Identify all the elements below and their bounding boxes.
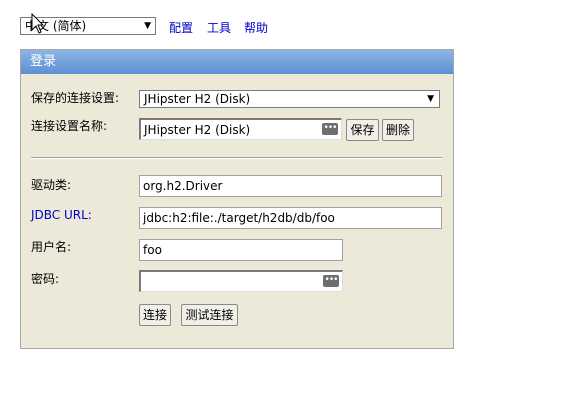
login-panel: 登录 保存的连接设置: JHipster H2 (Disk) ▼ 连接设置名称:… bbox=[20, 49, 454, 349]
user-name-value: foo bbox=[143, 243, 162, 257]
tools-link[interactable]: 工具 bbox=[207, 20, 231, 36]
user-name-input[interactable]: foo bbox=[139, 239, 343, 261]
login-panel-title: 登录 bbox=[21, 50, 453, 74]
driver-class-value: org.h2.Driver bbox=[143, 179, 223, 193]
password-label: 密码: bbox=[31, 272, 60, 286]
password-input[interactable]: ••• bbox=[139, 270, 343, 292]
setting-name-label: 连接设置名称: bbox=[31, 119, 108, 133]
divider bbox=[31, 157, 442, 159]
password-manager-icon[interactable]: ••• bbox=[323, 275, 339, 287]
save-button[interactable]: 保存 bbox=[346, 119, 379, 141]
help-link[interactable]: 帮助 bbox=[244, 20, 268, 36]
test-connection-button[interactable]: 测试连接 bbox=[181, 304, 238, 326]
saved-settings-label: 保存的连接设置: bbox=[31, 91, 120, 105]
jdbc-url-input[interactable]: jdbc:h2:file:./target/h2db/db/foo bbox=[139, 207, 442, 229]
saved-settings-value: JHipster H2 (Disk) bbox=[144, 92, 251, 106]
jdbc-url-value: jdbc:h2:file:./target/h2db/db/foo bbox=[143, 211, 335, 225]
jdbc-url-label[interactable]: JDBC URL: bbox=[31, 208, 92, 223]
saved-settings-select[interactable]: JHipster H2 (Disk) ▼ bbox=[139, 90, 440, 108]
connect-button[interactable]: 连接 bbox=[139, 304, 171, 326]
setting-name-input[interactable]: JHipster H2 (Disk) ••• bbox=[139, 118, 342, 140]
password-manager-icon[interactable]: ••• bbox=[322, 123, 338, 135]
driver-class-label: 驱动类: bbox=[31, 178, 72, 192]
h2-console-page: 中文 (简体) ▼ 配置 工具 帮助 登录 保存的连接设置: JHipster … bbox=[0, 0, 585, 399]
chevron-down-icon: ▼ bbox=[144, 21, 151, 31]
mouse-pointer-icon bbox=[31, 13, 45, 34]
user-name-label: 用户名: bbox=[31, 240, 72, 254]
remove-button[interactable]: 删除 bbox=[382, 119, 414, 141]
driver-class-input[interactable]: org.h2.Driver bbox=[139, 175, 442, 197]
chevron-down-icon: ▼ bbox=[427, 94, 434, 104]
preferences-link[interactable]: 配置 bbox=[169, 20, 193, 36]
setting-name-value: JHipster H2 (Disk) bbox=[144, 123, 251, 137]
